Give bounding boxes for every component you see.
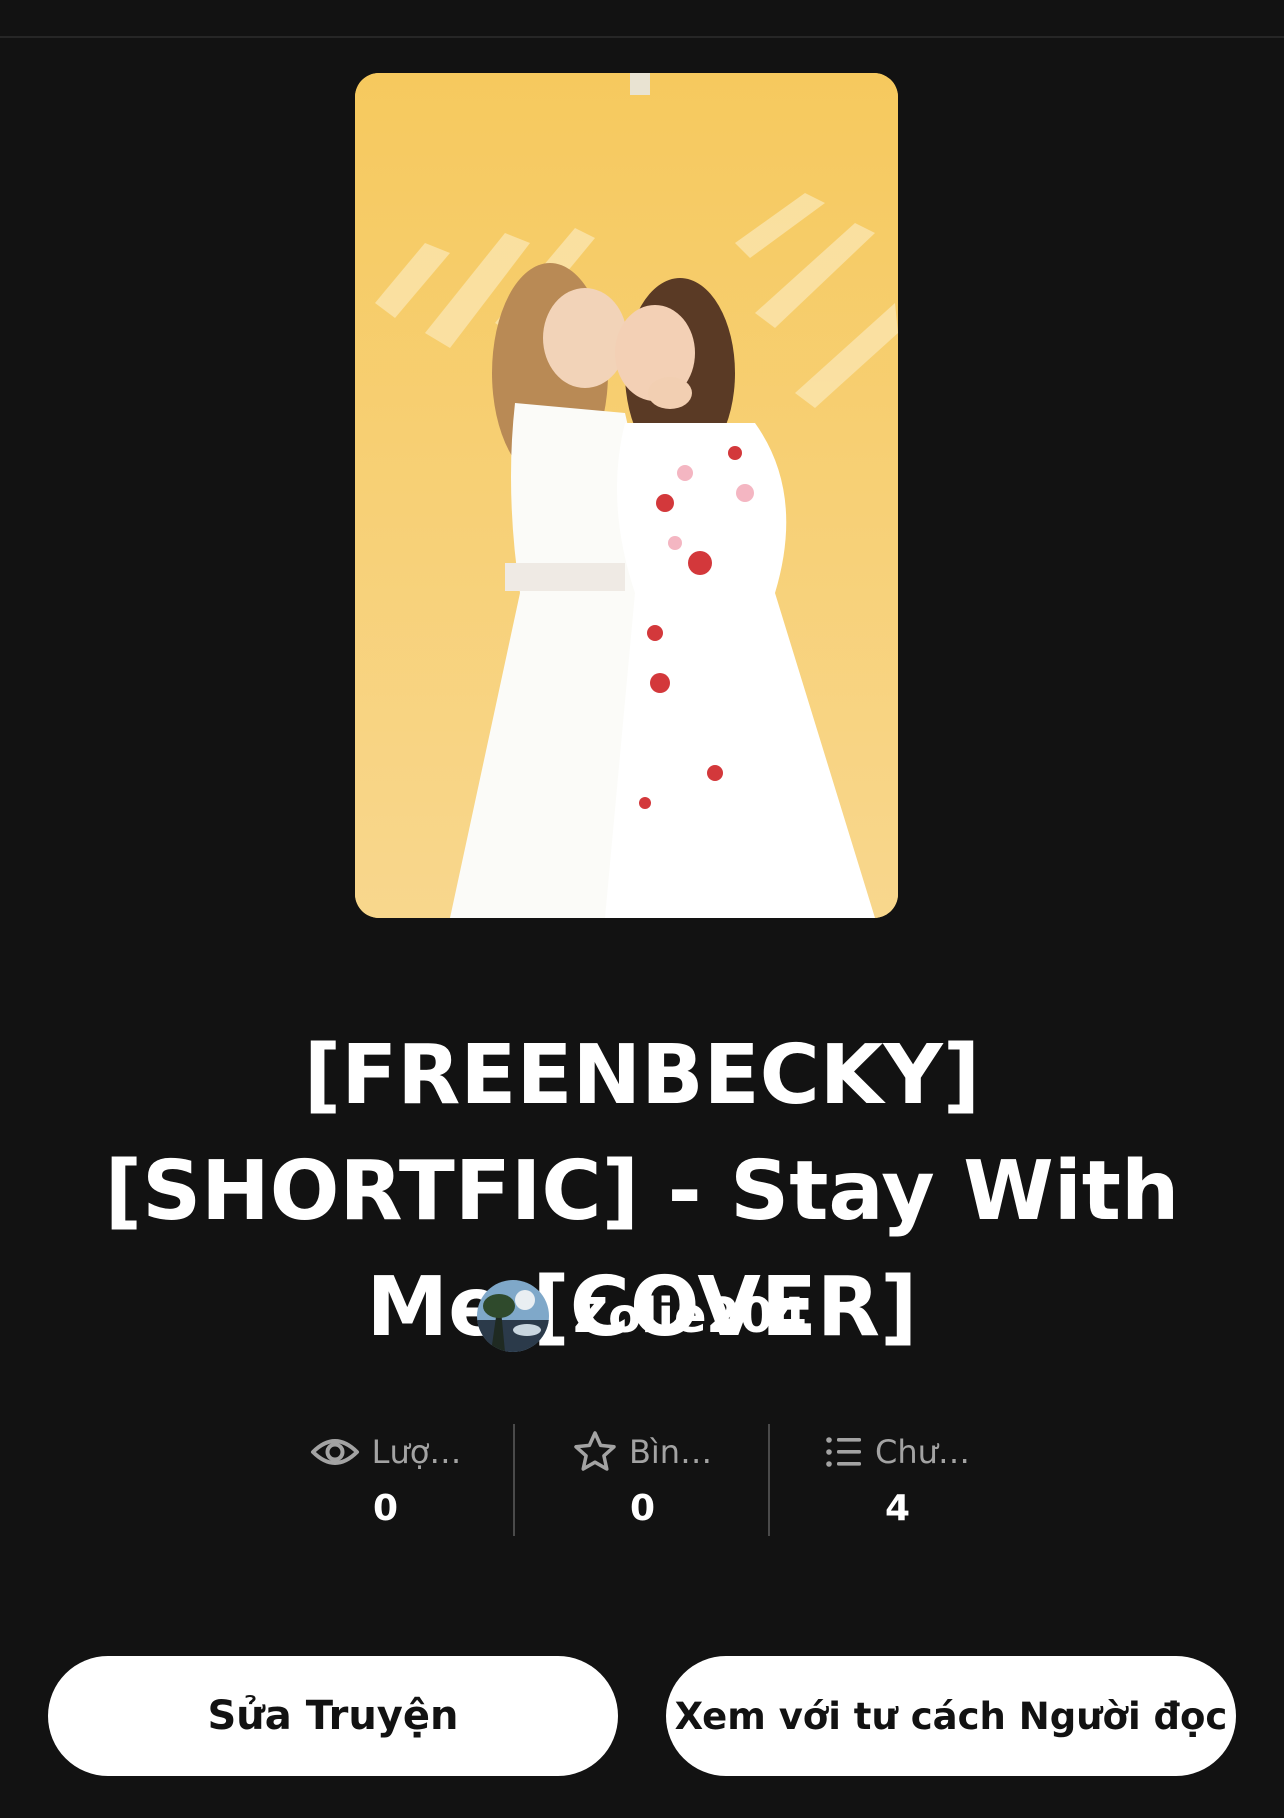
author-row[interactable]: Zolie204 [0, 1280, 1284, 1352]
top-divider [0, 36, 1284, 38]
stat-votes-label: Bìn… [628, 1433, 713, 1471]
stat-reads: Lượ… 0 [258, 1420, 513, 1540]
story-cover-image[interactable] [355, 73, 898, 918]
stat-parts-head: Chư… [770, 1428, 1025, 1476]
edit-story-button[interactable]: Sửa Truyện [48, 1656, 618, 1776]
stat-reads-value: 0 [372, 1488, 399, 1529]
star-icon [574, 1431, 616, 1471]
author-name[interactable]: Zolie204 [573, 1288, 806, 1344]
stat-parts: Chư… 4 [770, 1420, 1025, 1540]
cover-illustration [355, 73, 898, 918]
stat-parts-label: Chư… [875, 1433, 970, 1471]
author-avatar[interactable] [477, 1280, 550, 1352]
stat-votes-value: 0 [629, 1488, 656, 1529]
stat-reads-label: Lượ… [371, 1433, 462, 1471]
stat-votes-head: Bìn… [515, 1428, 770, 1476]
stat-parts-value: 4 [884, 1488, 911, 1529]
list-icon [826, 1437, 862, 1467]
stat-reads-head: Lượ… [258, 1428, 513, 1476]
eye-icon [310, 1439, 359, 1465]
story-stats: Lượ… 0 Bìn… 0 Chư… 4 [0, 1420, 1284, 1540]
view-as-reader-button[interactable]: Xem với tư cách Người đọc [666, 1656, 1236, 1776]
stat-votes: Bìn… 0 [515, 1420, 770, 1540]
avatar-image [477, 1280, 550, 1352]
